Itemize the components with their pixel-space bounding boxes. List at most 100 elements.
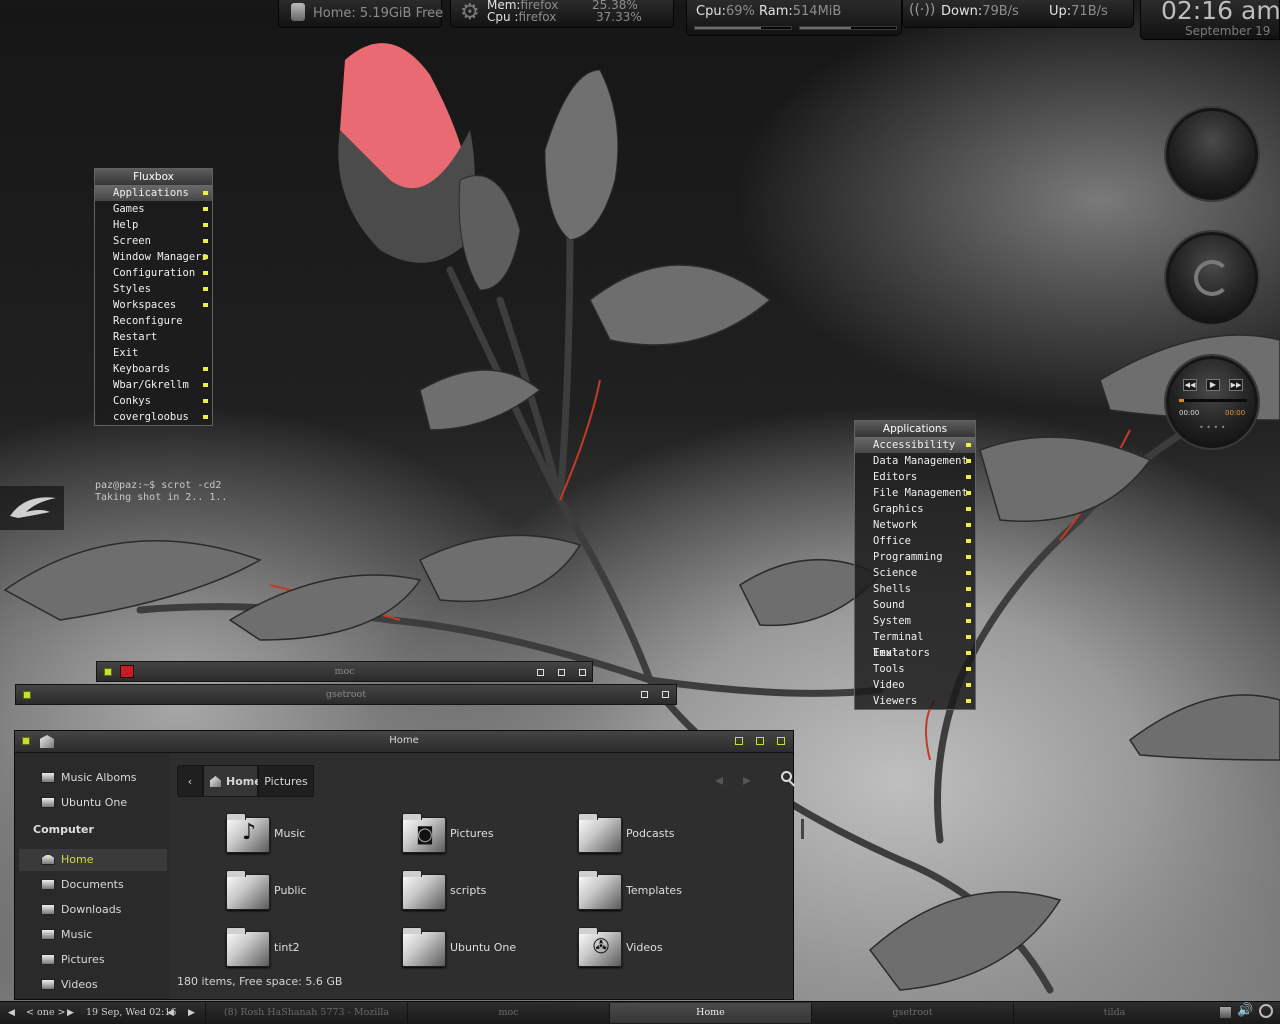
moc-minimize-button[interactable]	[537, 669, 544, 676]
fluxbox-menu-item[interactable]: Window Managers	[95, 249, 212, 265]
applications-menu-item[interactable]: Editors	[855, 469, 975, 485]
applications-menu-item[interactable]: Video	[855, 677, 975, 693]
file-manager-titlebar[interactable]: Home	[15, 731, 793, 753]
submenu-arrow-icon	[966, 475, 971, 479]
menu-item-label: Office	[873, 535, 911, 547]
folder-icon	[578, 813, 622, 853]
menu-item-label: Workspaces	[113, 299, 177, 311]
fluxbox-menu-item[interactable]: Restart	[95, 329, 212, 345]
fluxbox-menu-item[interactable]: Wbar/Gkrellm	[95, 377, 212, 393]
clock-time: 02:16 am	[1161, 0, 1280, 25]
moc-maximize-button[interactable]	[558, 669, 565, 676]
applications-menu-item[interactable]: Graphics	[855, 501, 975, 517]
fluxbox-menu-item[interactable]: Conkys	[95, 393, 212, 409]
applications-menu-item[interactable]: Programming	[855, 549, 975, 565]
fluxbox-menu-item[interactable]: Styles	[95, 281, 212, 297]
dock-button-blank[interactable]	[1166, 108, 1258, 200]
task-tilda[interactable]: tilda	[1013, 1003, 1215, 1023]
menu-item-label: Graphics	[873, 503, 924, 515]
applications-menu-item[interactable]: Terminal Emulators	[855, 629, 975, 659]
tray-window-icon[interactable]	[1219, 1006, 1232, 1019]
sidebar-item-downloads[interactable]: Downloads	[19, 899, 167, 921]
window-prev-icon[interactable]: ◀	[167, 1002, 174, 1024]
breadcrumb-pictures[interactable]: Pictures	[258, 765, 314, 797]
submenu-arrow-icon	[966, 491, 971, 495]
task-label: Home	[696, 1007, 725, 1018]
submenu-arrow-icon	[966, 651, 971, 655]
applications-menu-item[interactable]: Office	[855, 533, 975, 549]
task-firefox[interactable]: (8) Rosh HaShanah 5773 - Mozilla Firefox	[205, 1003, 407, 1023]
applications-menu-item[interactable]: File Management	[855, 485, 975, 501]
moc-window[interactable]: moc	[96, 661, 593, 682]
play-button[interactable]: ▶	[1206, 379, 1220, 391]
sidebar-item-pictures[interactable]: Pictures	[19, 949, 167, 971]
task-gsetroot[interactable]: gsetroot	[811, 1003, 1013, 1023]
applications-menu-item[interactable]: Text	[855, 645, 975, 661]
sidebar-item-videos[interactable]: Videos	[19, 974, 167, 996]
applications-menu-title: Applications	[855, 421, 975, 437]
task-home[interactable]: Home	[609, 1003, 811, 1023]
sidebar-item-music-alboms[interactable]: Music Alboms	[19, 767, 167, 789]
sidebar-item-music[interactable]: Music	[19, 924, 167, 946]
volume-icon[interactable]: 🔊	[1237, 1003, 1253, 1018]
gsetroot-window[interactable]: gsetroot	[15, 684, 677, 705]
down-speed: 79B/s	[982, 4, 1019, 19]
file-label: Ubuntu One	[450, 941, 517, 954]
applications-menu-item[interactable]: Science	[855, 565, 975, 581]
cpu-usage-value: 69%	[725, 4, 755, 19]
fluxbox-menu-item[interactable]: Reconfigure	[95, 313, 212, 329]
fluxbox-menu-item[interactable]: covergloobus	[95, 409, 212, 425]
search-icon[interactable]	[781, 771, 797, 787]
sidebar-item-home[interactable]: Home	[19, 849, 167, 871]
forward-button[interactable]: ▶▶	[1229, 379, 1243, 391]
submenu-arrow-icon	[966, 699, 971, 703]
fluxbox-menu-item[interactable]: Games	[95, 201, 212, 217]
applications-menu-item[interactable]: Tools	[855, 661, 975, 677]
dock-button-logo[interactable]	[1166, 232, 1258, 324]
applications-menu-item[interactable]: Accessibility	[855, 437, 975, 453]
maximize-button[interactable]	[756, 737, 764, 745]
applications-menu-item[interactable]: Viewers	[855, 693, 975, 709]
task-moc[interactable]: moc	[407, 1003, 609, 1023]
workspace-next-icon[interactable]: ▶	[67, 1002, 74, 1024]
task-label: tilda	[1103, 1007, 1126, 1018]
close-button[interactable]	[777, 737, 785, 745]
track-progress-bar[interactable]	[1179, 399, 1247, 402]
sidebar-item-documents[interactable]: Documents	[19, 874, 167, 896]
submenu-arrow-icon	[203, 383, 208, 387]
fluxbox-menu-item[interactable]: Help	[95, 217, 212, 233]
breadcrumb-home[interactable]: Home	[203, 765, 262, 797]
applications-menu-item[interactable]: Data Management	[855, 453, 975, 469]
folder-icon	[41, 797, 55, 808]
menu-item-label: Screen	[113, 235, 151, 247]
window-next-icon[interactable]: ▶	[188, 1002, 195, 1024]
file-manager-window: Home Music Alboms Ubuntu One Computer Ho…	[14, 730, 804, 1000]
applications-menu-item[interactable]: System	[855, 613, 975, 629]
applications-menu-item[interactable]: Shells	[855, 581, 975, 597]
back-button[interactable]: ‹	[177, 765, 203, 797]
workspace-prev-icon[interactable]: ◀	[8, 1002, 15, 1024]
workspace-name[interactable]: < one >	[26, 1002, 65, 1024]
moc-close-button[interactable]	[579, 669, 586, 676]
menu-item-label: Window Managers	[113, 251, 208, 263]
applications-menu-item[interactable]: Network	[855, 517, 975, 533]
rewind-button[interactable]: ◀◀	[1183, 379, 1197, 391]
fluxbox-menu-item[interactable]: Screen	[95, 233, 212, 249]
nav-forward-arrow-icon[interactable]: ▸	[743, 770, 751, 789]
vertical-scrollbar[interactable]	[801, 819, 804, 839]
fluxbox-menu-item[interactable]: Applications	[95, 185, 212, 201]
minimize-button[interactable]	[735, 737, 743, 745]
fluxbox-menu-item[interactable]: Exit	[95, 345, 212, 361]
gsetroot-maximize-button[interactable]	[641, 691, 648, 698]
fluxbox-menu-item[interactable]: Configuration	[95, 265, 212, 281]
moc-window-menu-button[interactable]	[104, 668, 112, 676]
ram-usage-bar	[799, 26, 897, 30]
fluxbox-menu-item[interactable]: Workspaces	[95, 297, 212, 313]
power-icon[interactable]	[1259, 1004, 1273, 1018]
fluxbox-menu-item[interactable]: Keyboards	[95, 361, 212, 377]
gsetroot-window-menu-button[interactable]	[23, 691, 31, 699]
gsetroot-close-button[interactable]	[662, 691, 669, 698]
nav-back-arrow-icon[interactable]: ◂	[715, 770, 723, 789]
applications-menu-item[interactable]: Sound	[855, 597, 975, 613]
sidebar-item-ubuntu-one[interactable]: Ubuntu One	[19, 792, 167, 814]
